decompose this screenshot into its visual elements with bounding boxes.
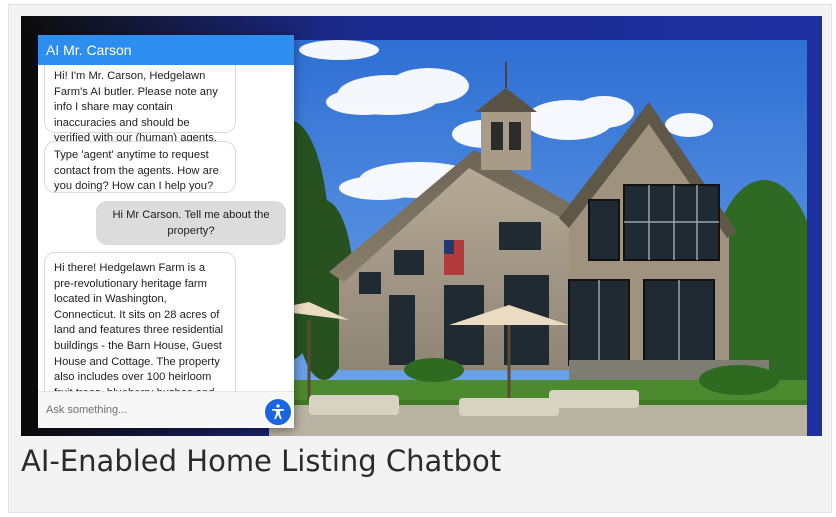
bot-message: Hi there! Hedgelawn Farm is a pre-revolu…: [44, 252, 236, 391]
bot-message: Hi! I'm Mr. Carson, Hedgelawn Farm's AI …: [44, 65, 236, 144]
page-caption: AI-Enabled Home Listing Chatbot: [21, 444, 502, 478]
chat-message-list[interactable]: Hi! I'm Mr. Carson, Hedgelawn Farm's AI …: [38, 65, 294, 391]
accessibility-button[interactable]: [263, 397, 293, 427]
chat-message-input[interactable]: [46, 404, 256, 416]
chat-header-title: AI Mr. Carson: [38, 35, 294, 65]
hero-image-area: AI Mr. Carson Hi! I'm Mr. Carson, Hedgel…: [21, 16, 822, 436]
property-photo: [269, 40, 807, 436]
chat-input-bar: [38, 391, 294, 428]
chatbot-window: AI Mr. Carson Hi! I'm Mr. Carson, Hedgel…: [38, 35, 294, 428]
accessibility-icon: [272, 404, 284, 420]
user-message: Hi Mr Carson. Tell me about the property…: [96, 201, 286, 245]
bot-message: Type 'agent' anytime to request contact …: [44, 141, 236, 193]
